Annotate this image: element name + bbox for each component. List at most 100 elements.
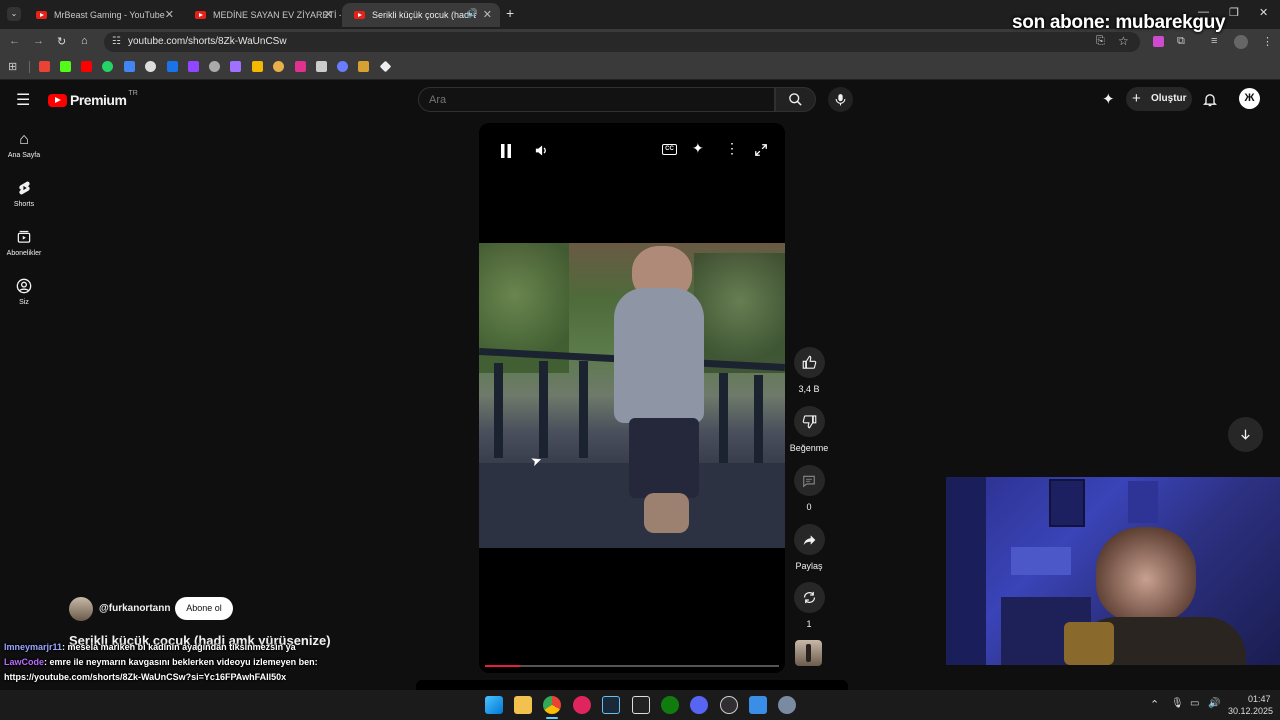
profile-avatar[interactable] bbox=[1234, 35, 1248, 49]
clock-time[interactable]: 01:47 bbox=[1248, 694, 1271, 704]
settings-gear-icon[interactable] bbox=[778, 696, 796, 714]
channel-avatar[interactable] bbox=[69, 597, 93, 621]
address-bar[interactable]: ☷ youtube.com/shorts/8Zk-WaUnCSw ⎘ ☆ bbox=[104, 32, 1140, 52]
share-button[interactable]: Paylaş bbox=[792, 524, 826, 571]
chrome-menu-icon[interactable]: ⋮ bbox=[1262, 35, 1273, 48]
speaker-icon[interactable]: 🔊 bbox=[467, 8, 478, 19]
tray-mic-icon[interactable]: 🎙 bbox=[1171, 698, 1184, 709]
bookmark-globe-icon[interactable] bbox=[337, 61, 348, 72]
bookmark-kick-icon[interactable] bbox=[60, 61, 71, 72]
file-explorer-icon[interactable] bbox=[514, 696, 532, 714]
thumbs-down-icon bbox=[802, 415, 816, 429]
next-short-button[interactable] bbox=[1228, 417, 1263, 452]
new-tab-icon[interactable]: + bbox=[506, 5, 514, 21]
tab-search-icon[interactable]: ⌄ bbox=[7, 7, 21, 21]
close-tab-icon[interactable]: ✕ bbox=[324, 8, 333, 21]
search-button[interactable] bbox=[775, 87, 816, 112]
sidebar-item-you[interactable]: Siz bbox=[0, 278, 48, 306]
notifications-bell-icon[interactable] bbox=[1202, 91, 1218, 108]
bookmark-chatgpt-icon[interactable] bbox=[145, 61, 156, 72]
tab-mrbeast[interactable]: MrBeast Gaming - YouTube ✕ bbox=[24, 3, 182, 27]
video-progress-fill bbox=[485, 665, 521, 667]
youtube-premium-logo[interactable]: Premium TR bbox=[48, 90, 138, 109]
tray-chevron-icon[interactable]: ⌃ bbox=[1150, 698, 1159, 711]
reload-icon[interactable]: ↻ bbox=[57, 35, 66, 48]
dislike-button[interactable]: Beğenme bbox=[789, 406, 829, 453]
back-icon[interactable]: ← bbox=[9, 35, 20, 47]
like-button[interactable]: 3,4 B bbox=[792, 347, 826, 394]
red-app-icon[interactable] bbox=[573, 696, 591, 714]
close-tab-icon[interactable]: ✕ bbox=[165, 8, 174, 21]
bookmark-gmail-icon[interactable] bbox=[39, 61, 50, 72]
search-input[interactable] bbox=[429, 94, 749, 106]
closed-captions-icon[interactable]: CC bbox=[662, 144, 677, 155]
install-app-icon[interactable]: ⎘ bbox=[1096, 35, 1105, 48]
extensions-puzzle-icon[interactable]: ⧉ bbox=[1177, 35, 1185, 48]
bookmark-translate-icon[interactable] bbox=[124, 61, 135, 72]
bookmark-extension-icon[interactable] bbox=[273, 61, 284, 72]
clock-date[interactable]: 30.12.2025 bbox=[1228, 706, 1273, 716]
sidebar-item-shorts[interactable]: Shorts bbox=[0, 180, 48, 208]
close-tab-icon[interactable]: ✕ bbox=[483, 8, 492, 21]
tab-serikli[interactable]: Serikli küçük çocuk (hadi am 🔊 ✕ bbox=[342, 3, 500, 27]
sidebar-item-subscriptions[interactable]: Abonelikler bbox=[0, 229, 48, 257]
account-avatar[interactable]: Ж bbox=[1239, 88, 1260, 109]
xbox-icon[interactable] bbox=[661, 696, 679, 714]
volume-icon[interactable] bbox=[534, 143, 549, 158]
youtube-favicon-icon bbox=[195, 11, 206, 19]
pause-icon[interactable] bbox=[500, 144, 512, 158]
like-count: 3,4 B bbox=[798, 384, 820, 394]
subscribe-button[interactable]: Abone ol bbox=[175, 597, 233, 620]
channel-handle[interactable]: @furkanortann bbox=[99, 603, 170, 614]
create-button[interactable]: + Oluştur bbox=[1126, 87, 1192, 111]
reading-list-icon[interactable]: ≡ bbox=[1211, 35, 1217, 47]
discord-icon[interactable] bbox=[690, 696, 708, 714]
bookmark-diamond-icon[interactable] bbox=[379, 60, 392, 73]
bookmark-discord-icon[interactable] bbox=[230, 61, 241, 72]
voice-search-button[interactable] bbox=[828, 87, 853, 112]
obs-icon[interactable] bbox=[720, 696, 738, 714]
windows-taskbar: ⌃ 🎙 ▭ 🔊 01:47 30.12.2025 bbox=[0, 690, 1280, 720]
bookmark-star-icon[interactable]: ☆ bbox=[1118, 34, 1129, 48]
shorts-player[interactable]: CC ✦ ⋮ bbox=[479, 123, 785, 673]
apps-grid-icon[interactable]: ⊞ bbox=[8, 60, 17, 73]
forward-icon[interactable]: → bbox=[33, 35, 44, 47]
gemini-sparkle-icon[interactable]: ✦ bbox=[1102, 90, 1115, 108]
youtube-page: ☰ Premium TR ✦ + Oluştur Ж ⌂ Ana Sayfa S… bbox=[0, 81, 1280, 690]
bookmark-puzzle-icon[interactable] bbox=[295, 61, 306, 72]
bookmark-sparkle-icon[interactable] bbox=[358, 61, 369, 72]
comments-button[interactable]: 0 bbox=[792, 465, 826, 512]
close-window-icon[interactable]: ✕ bbox=[1259, 6, 1268, 19]
fullscreen-icon[interactable] bbox=[754, 143, 768, 157]
you-icon bbox=[0, 278, 48, 298]
sound-thumbnail[interactable] bbox=[795, 640, 822, 666]
tray-display-icon[interactable]: ▭ bbox=[1190, 698, 1199, 709]
bookmark-twitch-icon[interactable] bbox=[188, 61, 199, 72]
bookmark-youtube-icon[interactable] bbox=[81, 61, 92, 72]
video-progress-bar[interactable] bbox=[485, 665, 779, 667]
extension-icon[interactable] bbox=[1153, 36, 1164, 47]
hamburger-menu-icon[interactable]: ☰ bbox=[16, 90, 30, 110]
stream-chat-overlay: lmneymarjr11: mesela marikeh bi kadinin … bbox=[4, 640, 424, 685]
chrome-taskbar-icon[interactable] bbox=[543, 696, 561, 714]
home-icon[interactable]: ⌂ bbox=[81, 35, 88, 47]
search-box[interactable] bbox=[418, 87, 775, 112]
bookmark-web-icon[interactable] bbox=[209, 61, 220, 72]
bookmark-r-icon[interactable] bbox=[252, 61, 263, 72]
player-more-icon[interactable]: ⋮ bbox=[725, 140, 739, 157]
steam-icon[interactable] bbox=[602, 696, 620, 714]
bookmark-layers-icon[interactable] bbox=[316, 61, 327, 72]
restore-icon[interactable]: ❐ bbox=[1229, 6, 1239, 19]
tab-medine[interactable]: MEDİNE SAYAN EV ZİYARETİ - Y ✕ bbox=[183, 3, 341, 27]
remix-button[interactable]: 1 bbox=[792, 582, 826, 629]
epic-games-icon[interactable] bbox=[632, 696, 650, 714]
network-app-icon[interactable] bbox=[749, 696, 767, 714]
sidebar-item-home[interactable]: ⌂ Ana Sayfa bbox=[0, 131, 48, 159]
sparkle-ai-icon[interactable]: ✦ bbox=[692, 140, 704, 157]
youtube-play-logo-icon bbox=[48, 93, 67, 107]
windows-start-icon[interactable] bbox=[485, 696, 503, 714]
bookmark-folder-icon[interactable] bbox=[167, 61, 178, 72]
bookmark-whatsapp-icon[interactable] bbox=[102, 61, 113, 72]
site-info-icon[interactable]: ☷ bbox=[112, 36, 121, 47]
tray-volume-icon[interactable]: 🔊 bbox=[1208, 698, 1220, 709]
